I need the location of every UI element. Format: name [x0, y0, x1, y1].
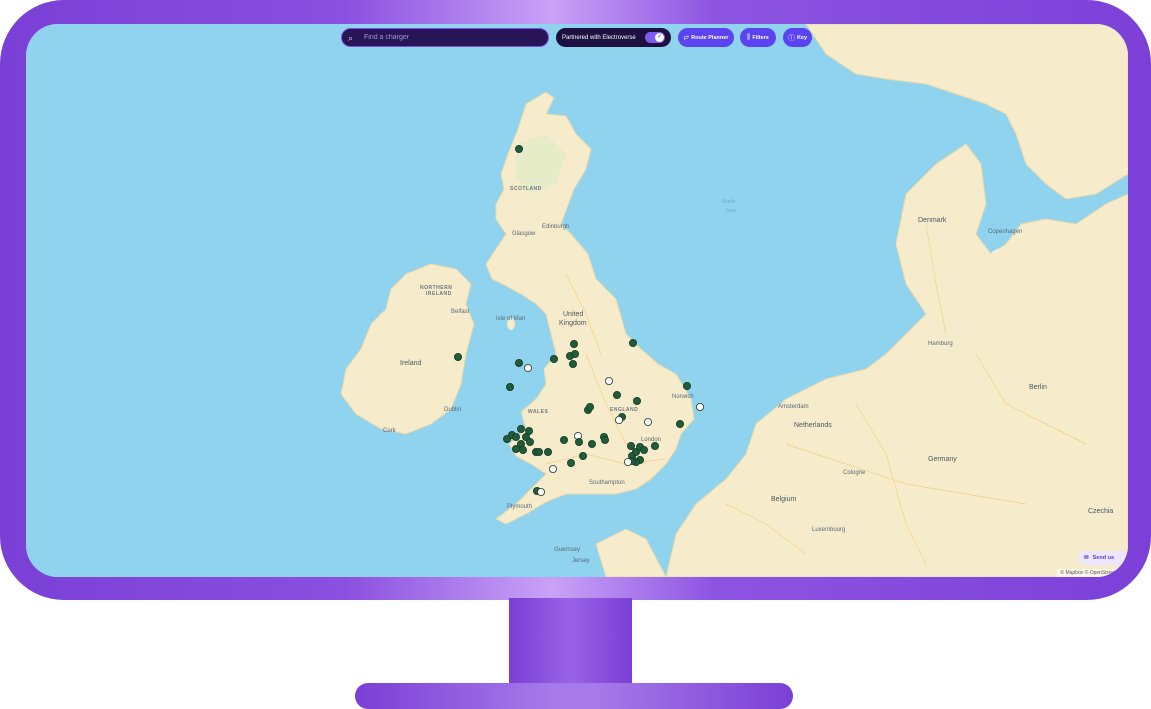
label-glasgow: Glasgow: [512, 231, 536, 237]
route-icon: ⥂: [683, 33, 690, 41]
map-toolbar: ⌕ Partnered with Electroverse ✓ ⥂ Route …: [26, 28, 1128, 48]
partner-toggle-switch[interactable]: ✓: [645, 32, 665, 43]
charger-marker[interactable]: [570, 339, 579, 348]
charger-marker[interactable]: [676, 419, 685, 428]
search-icon: ⌕: [348, 32, 354, 43]
send-feedback-button[interactable]: ✉ Send us: [1078, 551, 1128, 565]
charger-marker[interactable]: [588, 439, 597, 448]
label-uk-1: United: [563, 311, 584, 318]
map-canvas[interactable]: [26, 24, 1128, 577]
label-plymouth: Plymouth: [507, 504, 533, 510]
search-input[interactable]: [362, 33, 546, 42]
key-label: Key: [796, 34, 808, 41]
route-planner-label: Route Planner: [691, 34, 729, 41]
label-ireland: Ireland: [400, 360, 422, 367]
charger-marker[interactable]: [511, 444, 520, 453]
charger-marker[interactable]: [544, 447, 553, 456]
charger-marker[interactable]: [640, 445, 649, 454]
charger-marker[interactable]: [613, 390, 622, 399]
check-icon: ✓: [655, 33, 664, 42]
charger-marker[interactable]: [453, 352, 462, 361]
label-dublin: Dublin: [444, 407, 462, 413]
charger-marker[interactable]: [524, 426, 533, 435]
charger-marker[interactable]: [514, 358, 523, 367]
map-screen[interactable]: SCOTLAND NORTHERN IRELAND Ireland United…: [26, 24, 1128, 577]
charger-marker[interactable]: [560, 435, 569, 444]
charger-marker[interactable]: [575, 437, 584, 446]
charger-marker[interactable]: [534, 447, 543, 456]
label-london: London: [641, 437, 662, 443]
filters-label: Filters: [752, 34, 769, 41]
label-wales: WALES: [528, 409, 549, 415]
label-north-sea-2: Sea: [726, 208, 736, 214]
label-copenhagen: Copenhagen: [988, 229, 1023, 235]
charger-marker[interactable]: [571, 349, 580, 358]
map-attribution[interactable]: © Mapbox © OpenStreetMap: [1057, 569, 1128, 577]
label-czechia: Czechia: [1088, 508, 1114, 515]
charger-marker[interactable]: [550, 354, 559, 363]
label-guernsey: Guernsey: [554, 547, 581, 553]
charger-marker[interactable]: [549, 464, 558, 473]
charger-marker[interactable]: [651, 441, 660, 450]
charger-marker[interactable]: [696, 402, 705, 411]
label-uk-2: Kingdom: [559, 320, 587, 327]
send-icon: ✉: [1084, 555, 1089, 561]
charger-marker[interactable]: [615, 415, 624, 424]
charger-marker[interactable]: [629, 338, 638, 347]
charger-marker[interactable]: [601, 435, 610, 444]
label-denmark: Denmark: [918, 217, 947, 224]
label-north-sea-1: North: [722, 199, 736, 205]
search-bar[interactable]: ⌕: [341, 28, 549, 47]
monitor-base: [355, 683, 793, 709]
route-planner-button[interactable]: ⥂ Route Planner: [678, 28, 734, 47]
label-cork: Cork: [383, 428, 396, 434]
label-luxembourg: Luxembourg: [812, 527, 846, 533]
charger-marker[interactable]: [514, 145, 523, 154]
charger-marker[interactable]: [518, 445, 527, 454]
charger-marker[interactable]: [536, 487, 545, 496]
charger-marker[interactable]: [586, 402, 595, 411]
charger-marker[interactable]: [579, 451, 588, 460]
label-england: ENGLAND: [610, 407, 639, 413]
label-jersey: Jersey: [572, 558, 590, 564]
label-berlin: Berlin: [1029, 384, 1047, 391]
charger-marker[interactable]: [644, 417, 653, 426]
charger-marker[interactable]: [511, 432, 520, 441]
charger-marker[interactable]: [523, 363, 532, 372]
label-belfast: Belfast: [451, 309, 470, 315]
charger-marker[interactable]: [605, 376, 614, 385]
label-edinburgh: Edinburgh: [542, 224, 570, 230]
label-cologne: Cologne: [843, 470, 866, 476]
label-hamburg: Hamburg: [928, 341, 953, 347]
label-belgium: Belgium: [771, 496, 797, 503]
charger-marker[interactable]: [505, 382, 514, 391]
label-northern-ireland-2: IRELAND: [426, 291, 452, 297]
charger-marker[interactable]: [569, 359, 578, 368]
charger-marker[interactable]: [567, 458, 576, 467]
filters-button[interactable]: ⫼ Filters: [740, 28, 776, 47]
partner-toggle-label: Partnered with Electroverse: [562, 34, 636, 41]
charger-marker[interactable]: [624, 457, 633, 466]
charger-marker[interactable]: [525, 437, 534, 446]
label-scotland: SCOTLAND: [510, 186, 542, 192]
label-norwich: Norwich: [672, 394, 694, 400]
info-icon: ⓘ: [787, 34, 795, 42]
sliders-icon: ⫼: [747, 33, 751, 41]
charger-marker[interactable]: [627, 441, 636, 450]
monitor-neck: [509, 598, 632, 686]
charger-marker[interactable]: [633, 396, 642, 405]
label-amsterdam: Amsterdam: [778, 404, 809, 410]
label-isle-of-man: Isle of Man: [496, 316, 526, 322]
key-button[interactable]: ⓘ Key: [783, 28, 812, 47]
label-netherlands: Netherlands: [794, 422, 832, 429]
charger-marker[interactable]: [516, 424, 525, 433]
send-feedback-label: Send us: [1092, 555, 1115, 561]
partner-toggle-pill[interactable]: Partnered with Electroverse ✓: [556, 28, 671, 47]
monitor-frame: SCOTLAND NORTHERN IRELAND Ireland United…: [0, 0, 1151, 600]
label-southampton: Southampton: [589, 480, 625, 486]
charger-marker[interactable]: [683, 381, 692, 390]
label-germany: Germany: [928, 456, 957, 463]
